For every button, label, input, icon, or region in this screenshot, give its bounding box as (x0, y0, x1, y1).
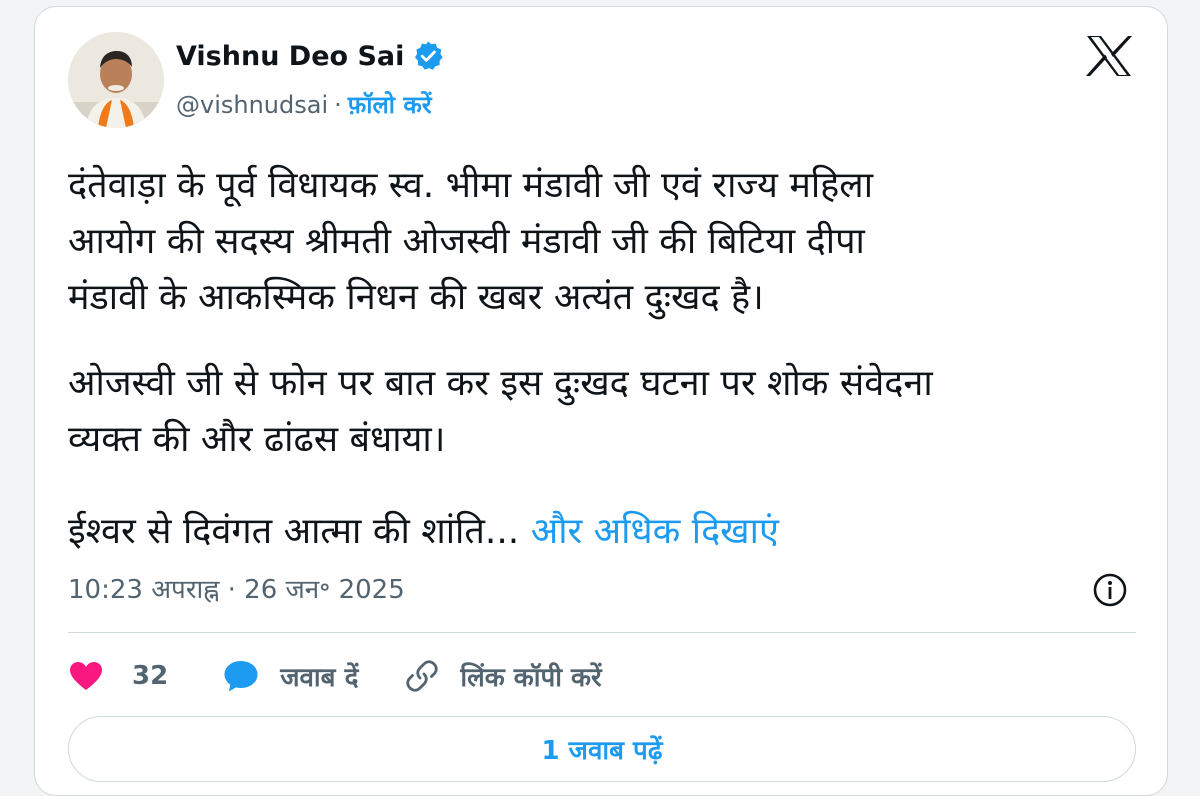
follow-link[interactable]: फ़ॉलो करें (348, 88, 432, 121)
handle-separator: · (334, 90, 342, 119)
tweet-text-line: व्यक्त की और ढांढस बंधाया। (68, 419, 446, 460)
copy-link-label: लिंक कॉपी करें (460, 663, 602, 693)
like-button[interactable]: 32 (68, 660, 168, 692)
copy-link-button[interactable]: लिंक कॉपी करें (404, 658, 602, 694)
info-icon[interactable] (1092, 572, 1128, 608)
tweet-text-line: मंडावी के आकस्मिक निधन की खबर अत्यंत दुः… (68, 277, 764, 318)
divider (68, 632, 1136, 633)
tweet-text-line: दंतेवाड़ा के पूर्व विधायक स्व. भीमा मंडा… (68, 165, 874, 206)
author-handle[interactable]: @vishnudsai (176, 91, 328, 119)
x-logo-icon[interactable] (1085, 34, 1133, 78)
read-replies-label: 1 जवाब पढ़ें (541, 736, 663, 766)
heart-icon (70, 662, 102, 690)
action-bar: 32 जवाब दें लिंक कॉपी करें (68, 650, 602, 702)
reply-button[interactable]: जवाब दें (222, 658, 358, 694)
author-name[interactable]: Vishnu Deo Sai (176, 41, 404, 72)
tweet-timestamp[interactable]: 10:23 अपराह्न · 26 जन॰ 2025 (68, 570, 405, 606)
link-icon (406, 660, 439, 692)
tweet-last-line: ईश्वर से दिवंगत आत्मा की शांति... और अधि… (68, 504, 779, 560)
avatar-photo (68, 32, 164, 128)
show-more-link[interactable]: और अधिक दिखाएं (531, 511, 779, 552)
verified-badge-icon (415, 41, 444, 70)
tweet-text-line: ईश्वर से दिवंगत आत्मा की शांति... (68, 511, 520, 552)
reply-label: जवाब दें (280, 663, 359, 693)
tweet-text-line: आयोग की सदस्य श्रीमती ओजस्वी मंडावी जी क… (68, 221, 865, 262)
tweet-text-line: ओजस्वी जी से फोन पर बात कर इस दुःखद घटना… (68, 363, 933, 404)
speech-bubble-icon (224, 661, 258, 692)
avatar[interactable] (68, 32, 164, 128)
like-count: 32 (132, 661, 169, 691)
read-replies-button[interactable]: 1 जवाब पढ़ें (68, 716, 1136, 782)
